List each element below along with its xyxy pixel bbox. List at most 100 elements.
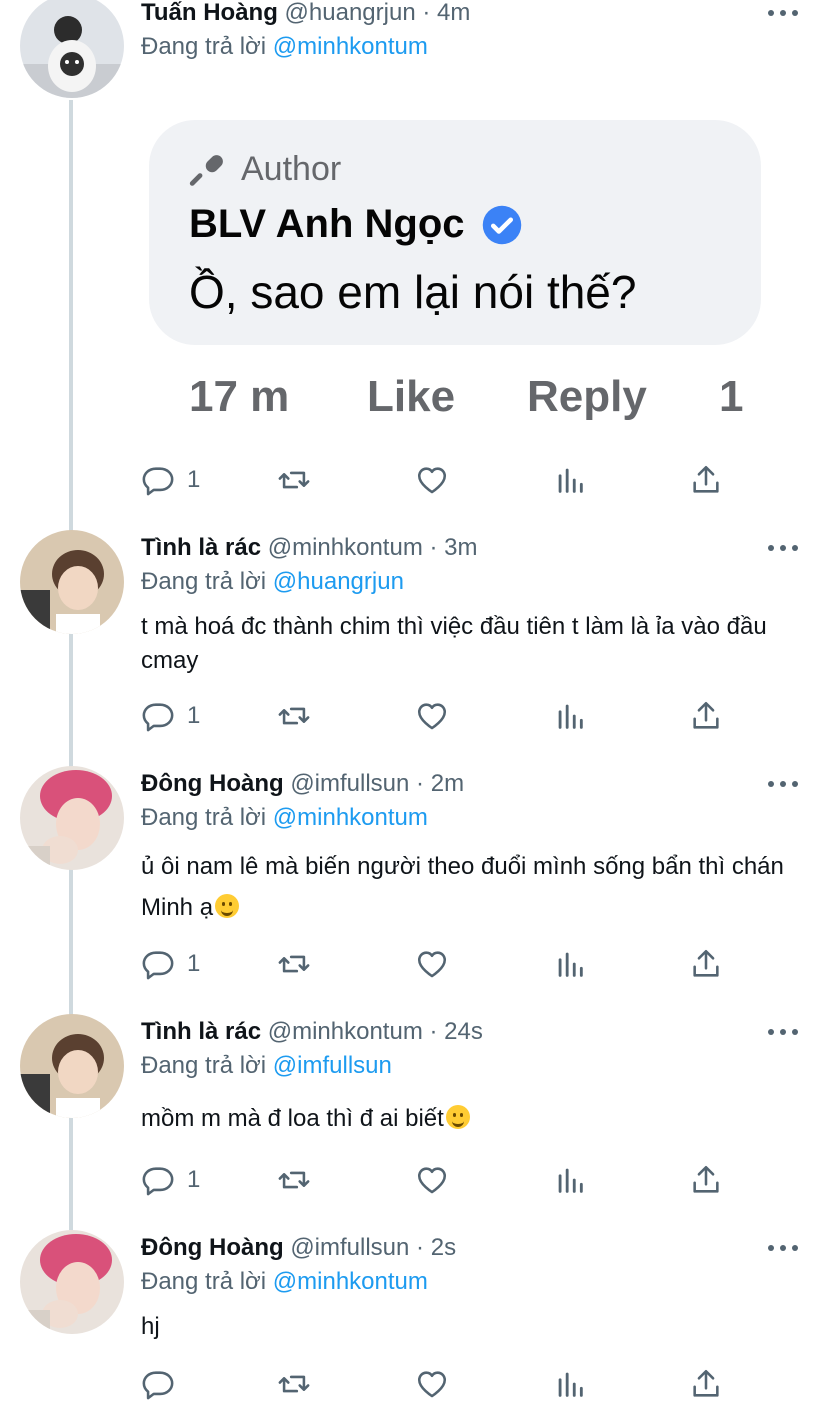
microphone-icon: [189, 154, 223, 186]
mention-link[interactable]: @imfullsun: [273, 1052, 392, 1079]
views-button[interactable]: [553, 1160, 587, 1200]
replying-to: Đang trả lời @minhkontum: [141, 1267, 428, 1297]
share-button[interactable]: [689, 944, 723, 984]
timestamp[interactable]: 2s: [431, 1234, 456, 1261]
mention-link[interactable]: @minhkontum: [273, 33, 428, 60]
author-handle[interactable]: @minhkontum: [268, 1018, 423, 1045]
replying-to-label: Đang trả lời: [141, 1052, 267, 1079]
author-handle[interactable]: @imfullsun: [290, 1234, 409, 1261]
views-button[interactable]: [553, 696, 587, 736]
tweet-text: hj: [141, 1313, 160, 1340]
separator-dot: ·: [429, 534, 438, 561]
timestamp[interactable]: 2m: [431, 770, 464, 797]
reply-button[interactable]: 1: [141, 696, 200, 736]
mention-link[interactable]: @minhkontum: [273, 1268, 428, 1295]
retweet-icon: [278, 955, 310, 973]
avatar[interactable]: [20, 0, 124, 98]
avatar[interactable]: [20, 530, 124, 634]
speech-bubble-icon: [142, 467, 174, 496]
tweet-header: Tình là rác @minhkontum · 24s: [141, 1017, 483, 1047]
share-button[interactable]: [689, 1160, 723, 1200]
more-dots-icon[interactable]: [768, 779, 798, 789]
timestamp[interactable]: 24s: [444, 1018, 483, 1045]
comment-reaction-count: 1: [719, 372, 744, 421]
more-dots-icon[interactable]: [768, 543, 798, 553]
author-name[interactable]: Đông Hoàng: [141, 770, 284, 797]
retweet-button[interactable]: [277, 1160, 311, 1200]
retweet-button[interactable]: [277, 696, 311, 736]
speech-bubble-icon: [142, 1167, 174, 1196]
bar-chart-icon: [558, 1168, 583, 1193]
mention-link[interactable]: @minhkontum: [273, 804, 428, 831]
more-dots-icon[interactable]: [768, 1243, 798, 1253]
reply-button[interactable]: 1: [141, 460, 200, 500]
author-label-row: Author: [189, 150, 341, 189]
author-name[interactable]: Tuấn Hoàng: [141, 0, 278, 26]
heart-icon: [417, 1167, 447, 1194]
share-icon: [693, 465, 719, 493]
like-button[interactable]: [415, 944, 449, 984]
tweet-actions: 1: [141, 460, 731, 500]
author-badge-label: Author: [241, 150, 342, 188]
author-handle[interactable]: @huangrjun: [285, 0, 416, 26]
tweet-text: t mà hoá đc thành chim thì việc đầu tiên…: [141, 613, 767, 674]
replying-to-label: Đang trả lời: [141, 568, 267, 595]
embedded-image[interactable]: Author BLV Anh Ngọc Ồ, sao em lại nói th…: [141, 100, 801, 440]
comment-time: 17 m: [189, 372, 290, 421]
author-name[interactable]: Tình là rác: [141, 1018, 261, 1045]
like-button[interactable]: [415, 696, 449, 736]
like-button[interactable]: [415, 1364, 449, 1404]
share-button[interactable]: [689, 460, 723, 500]
timestamp[interactable]: 4m: [437, 0, 470, 26]
more-dots-icon[interactable]: [768, 8, 798, 18]
comment-bubble: Author BLV Anh Ngọc Ồ, sao em lại nói th…: [149, 120, 761, 345]
author-handle[interactable]: @imfullsun: [290, 770, 409, 797]
tweet-item[interactable]: Tuấn Hoàng @huangrjun · 4m Đang trả lời …: [0, 0, 828, 520]
share-icon: [693, 1165, 719, 1193]
share-icon: [693, 1369, 719, 1397]
views-button[interactable]: [553, 944, 587, 984]
replying-to-label: Đang trả lời: [141, 1268, 267, 1295]
tweet-item[interactable]: Tình là rác @minhkontum · 3m Đang trả lờ…: [0, 530, 828, 760]
avatar[interactable]: [20, 1014, 124, 1118]
tweet-header: Tình là rác @minhkontum · 3m: [141, 533, 478, 563]
replying-to: Đang trả lời @imfullsun: [141, 1051, 392, 1081]
author-name[interactable]: Đông Hoàng: [141, 1234, 284, 1261]
tweet-header: Đông Hoàng @imfullsun · 2m: [141, 769, 464, 799]
more-dots-icon[interactable]: [768, 1027, 798, 1037]
reply-button[interactable]: [141, 1364, 187, 1404]
avatar[interactable]: [20, 766, 124, 870]
retweet-button[interactable]: [277, 460, 311, 500]
tweet-item[interactable]: Tình là rác @minhkontum · 24s Đang trả l…: [0, 1014, 828, 1224]
author-handle[interactable]: @minhkontum: [268, 534, 423, 561]
like-button[interactable]: [415, 1160, 449, 1200]
comment-reply: Reply: [527, 372, 647, 421]
avatar[interactable]: [20, 1230, 124, 1334]
views-button[interactable]: [553, 460, 587, 500]
reply-button[interactable]: 1: [141, 1160, 200, 1200]
bar-chart-icon: [558, 468, 583, 493]
author-name[interactable]: Tình là rác: [141, 534, 261, 561]
retweet-icon: [278, 1375, 310, 1393]
share-button[interactable]: [689, 696, 723, 736]
bar-chart-icon: [558, 952, 583, 977]
reply-button[interactable]: 1: [141, 944, 200, 984]
tweet-item[interactable]: Đông Hoàng @imfullsun · 2m Đang trả lời …: [0, 766, 828, 1006]
retweet-icon: [278, 471, 310, 489]
share-button[interactable]: [689, 1364, 723, 1404]
mention-link[interactable]: @huangrjun: [273, 568, 404, 595]
retweet-icon: [278, 707, 310, 725]
smirk-face-emoji: [215, 894, 240, 918]
retweet-button[interactable]: [277, 944, 311, 984]
retweet-button[interactable]: [277, 1364, 311, 1404]
views-button[interactable]: [553, 1364, 587, 1404]
like-button[interactable]: [415, 460, 449, 500]
commenter-name: BLV Anh Ngọc: [189, 202, 523, 247]
speech-bubble-icon: [142, 703, 174, 732]
heart-icon: [417, 951, 447, 978]
tweet-item[interactable]: Đông Hoàng @imfullsun · 2s Đang trả lời …: [0, 1230, 828, 1401]
share-icon: [693, 949, 719, 977]
bar-chart-icon: [558, 704, 583, 729]
timestamp[interactable]: 3m: [444, 534, 477, 561]
speech-bubble-icon: [142, 1371, 174, 1400]
